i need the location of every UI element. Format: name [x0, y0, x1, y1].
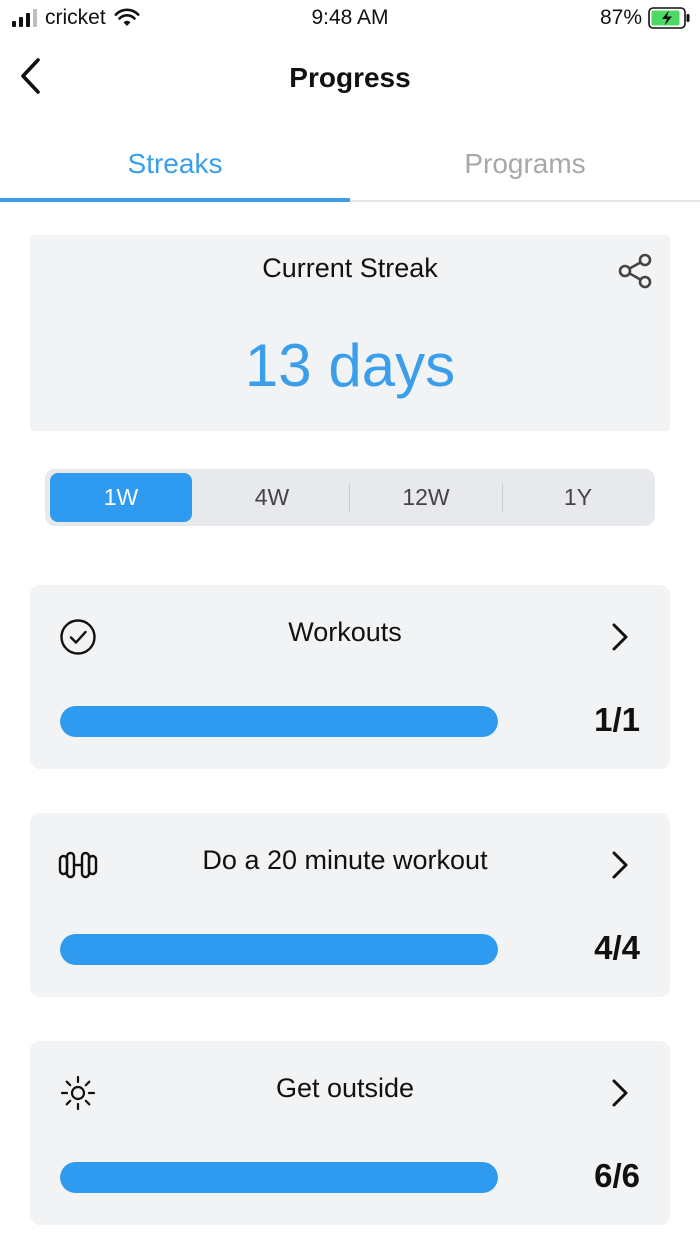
tab-streaks[interactable]: Streaks [0, 128, 350, 200]
header: Progress [0, 40, 700, 120]
chevron-right-icon[interactable] [608, 1075, 632, 1111]
range-selector: 1W 4W 12W 1Y [45, 469, 655, 526]
goal-card-20-minute-workout[interactable]: Do a 20 minute workout 4/4 [30, 813, 670, 997]
goal-progress-fill [60, 1162, 498, 1193]
streak-label: Current Streak [262, 253, 438, 283]
status-bar: cricket 9:48 AM 87% [0, 0, 700, 40]
status-time: 9:48 AM [311, 6, 389, 29]
range-option-12w[interactable]: 12W [351, 473, 501, 522]
goal-count: 6/6 [594, 1157, 640, 1194]
goal-title: Get outside [275, 1073, 415, 1103]
tab-programs[interactable]: Programs [350, 128, 700, 200]
goal-progress-fill [60, 706, 498, 737]
tab-bar: Streaks Programs [0, 128, 700, 202]
goal-progress-fill [60, 934, 498, 965]
range-option-4w[interactable]: 4W [197, 473, 347, 522]
status-right: 87% [600, 6, 690, 30]
goal-progress-bar [60, 934, 498, 965]
goal-card-workouts[interactable]: Workouts 1/1 [30, 585, 670, 769]
page-title: Progress [289, 62, 411, 93]
current-streak-card: Current Streak 13 days [30, 235, 670, 431]
goal-card-get-outside[interactable]: Get outside 6/6 [30, 1041, 670, 1225]
goal-title: Workouts [288, 617, 402, 647]
goal-count: 4/4 [594, 929, 640, 966]
goal-progress-bar [60, 706, 498, 737]
segment-divider [502, 483, 503, 513]
chevron-right-icon[interactable] [608, 619, 632, 655]
share-button[interactable] [614, 249, 658, 293]
segment-divider [349, 483, 350, 513]
active-tab-indicator [0, 198, 350, 202]
range-option-1w[interactable]: 1W [50, 473, 192, 522]
range-option-1y[interactable]: 1Y [504, 473, 652, 522]
goal-count: 1/1 [594, 701, 640, 738]
goal-progress-bar [60, 1162, 498, 1193]
battery-charging-icon [648, 7, 690, 29]
goal-title: Do a 20 minute workout [202, 845, 488, 875]
share-icon [618, 253, 652, 289]
battery-percent: 87% [599, 6, 642, 29]
chevron-right-icon[interactable] [608, 847, 632, 883]
streak-value: 13 days [244, 332, 456, 399]
